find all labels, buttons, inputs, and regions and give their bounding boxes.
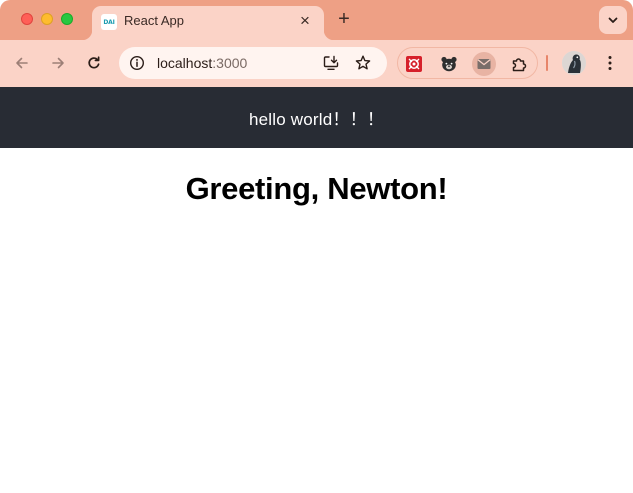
extension-red-button[interactable] — [402, 52, 426, 76]
back-button[interactable] — [10, 51, 34, 75]
star-icon — [355, 55, 371, 70]
tab-close-icon[interactable]: × — [295, 11, 315, 31]
page-viewport: hello world！！！ Greeting, Newton! — [0, 87, 633, 493]
browser-toolbar: localhost:3000 — [0, 40, 633, 87]
tab-react-app[interactable]: DAI React App × — [82, 6, 334, 40]
address-bar[interactable]: localhost:3000 — [119, 47, 387, 79]
puzzle-icon — [512, 58, 527, 72]
arrow-left-icon — [16, 57, 28, 69]
tab-search-button[interactable] — [599, 6, 627, 34]
reload-icon — [88, 56, 100, 69]
reload-button[interactable] — [82, 51, 106, 75]
info-icon — [129, 55, 145, 71]
install-app-icon — [323, 55, 339, 71]
browser-window: DAI React App × + localhost:3000 hello w… — [0, 0, 633, 493]
url-text[interactable]: localhost:3000 — [157, 55, 247, 71]
profile-avatar-button[interactable] — [562, 51, 586, 75]
site-info-button[interactable] — [125, 51, 149, 75]
avatar-icon — [562, 51, 586, 75]
arrow-right-icon — [52, 57, 64, 69]
toolbar-divider — [546, 55, 548, 71]
install-app-button[interactable] — [321, 53, 341, 73]
bookmark-button[interactable] — [353, 53, 373, 73]
url-port: :3000 — [212, 55, 248, 71]
browser-menu-button[interactable] — [600, 51, 620, 75]
mail-icon — [477, 59, 491, 69]
url-host: localhost — [157, 55, 213, 71]
kebab-menu-icon — [608, 56, 612, 70]
bear-extension-icon — [441, 56, 457, 72]
new-tab-button[interactable]: + — [333, 8, 355, 30]
extensions-button[interactable] — [507, 52, 531, 76]
greeting-heading: Greeting, Newton! — [185, 171, 448, 206]
app-header: hello world！！！ — [0, 87, 633, 148]
forward-button[interactable] — [46, 51, 70, 75]
extension-mail-button[interactable] — [472, 52, 496, 76]
tab-strip: DAI React App × + — [0, 0, 633, 40]
extension-bear-button[interactable] — [437, 52, 461, 76]
minimize-window-button[interactable] — [41, 13, 53, 25]
header-text: hello world！！！ — [248, 110, 385, 129]
extensions-group — [397, 47, 538, 79]
react-favicon-icon: DAI — [101, 14, 117, 30]
red-extension-icon — [406, 56, 422, 72]
close-window-button[interactable] — [21, 13, 33, 25]
tab-title: React App — [124, 13, 184, 28]
chevron-down-icon — [608, 17, 618, 23]
maximize-window-button[interactable] — [61, 13, 73, 25]
